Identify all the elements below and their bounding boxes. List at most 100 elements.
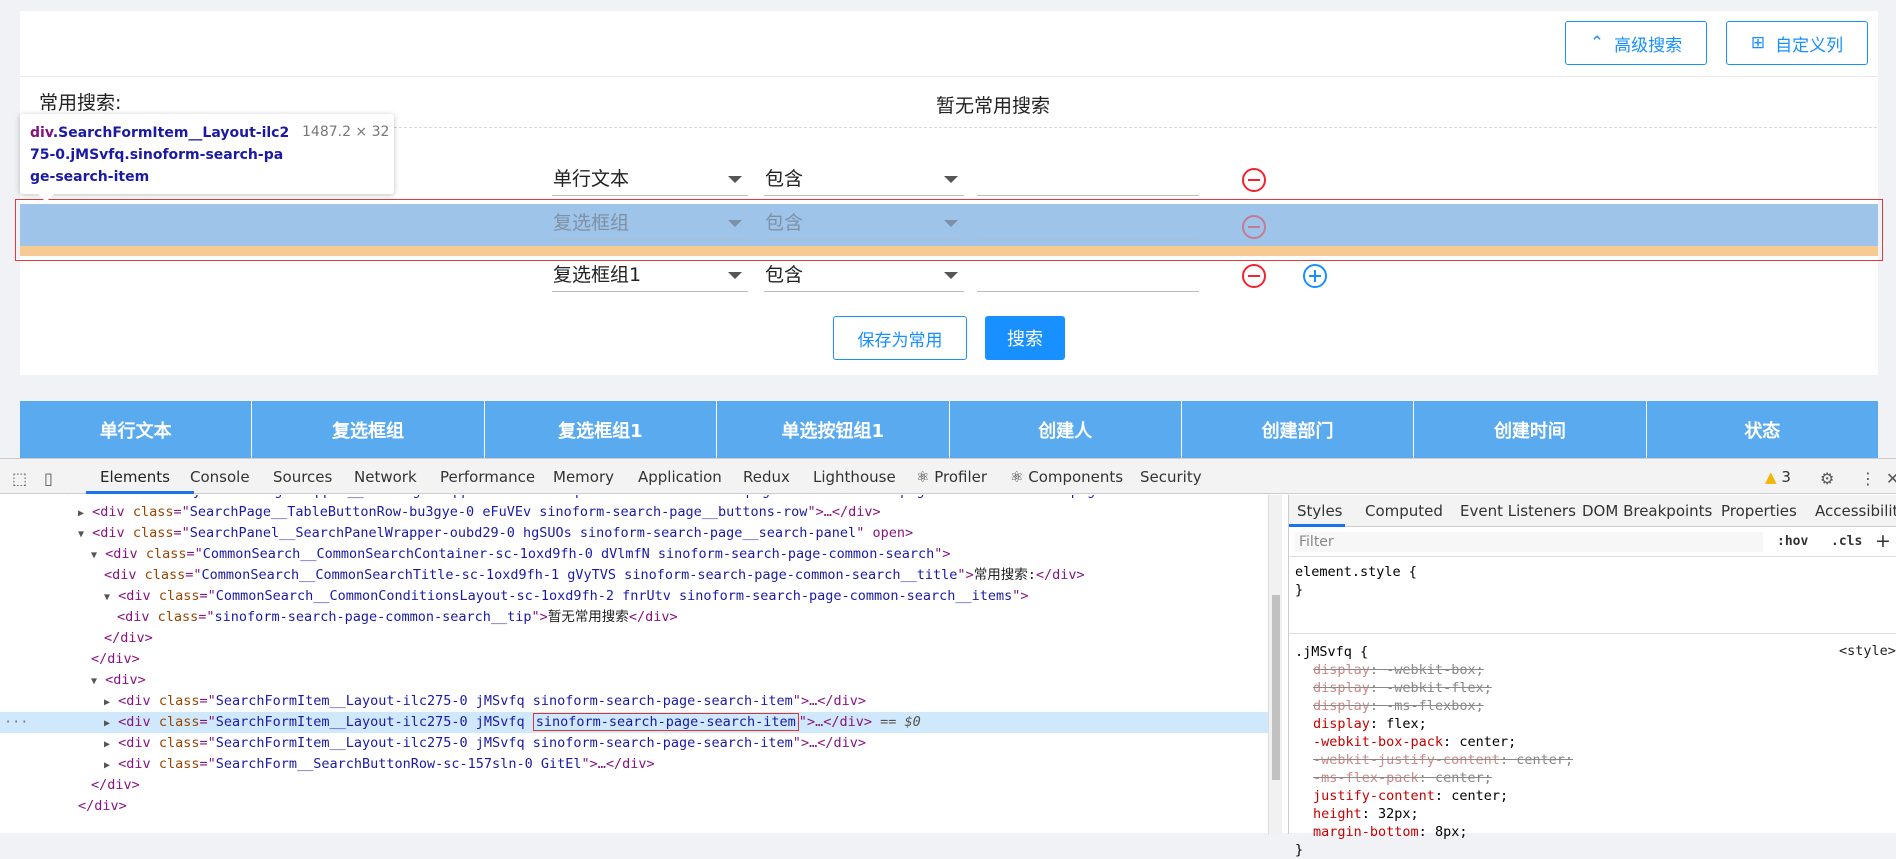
caret-down-icon <box>944 220 958 227</box>
tab-sources[interactable]: Sources <box>273 468 332 486</box>
column-header[interactable]: 创建时间 <box>1414 401 1647 458</box>
dom-node-line[interactable]: ▼ <div class="CommonSearch__CommonCondit… <box>0 586 1268 607</box>
tab-properties[interactable]: Properties <box>1721 502 1797 520</box>
tab-dom-breakpoints[interactable]: DOM Breakpoints <box>1582 502 1712 520</box>
operator-select[interactable]: 包含 <box>764 256 964 292</box>
kebab-menu-icon[interactable]: ⋮ <box>1860 469 1876 488</box>
css-property-name: display <box>1313 680 1370 696</box>
css-property-value: center; <box>1434 770 1492 786</box>
tab-network[interactable]: Network <box>354 468 417 486</box>
operator-select[interactable]: 包含 <box>764 160 964 196</box>
tab-application[interactable]: Application <box>638 468 722 486</box>
common-search-tip: 暂无常用搜索 <box>936 95 1051 117</box>
field-select[interactable]: 单行文本 <box>552 160 748 196</box>
inspect-element-icon[interactable]: ⬚ <box>12 469 27 488</box>
tab-performance[interactable]: Performance <box>440 468 535 486</box>
scrollbar-thumb[interactable] <box>1272 595 1280 780</box>
tab-memory[interactable]: Memory <box>553 468 614 486</box>
column-header[interactable]: 单行文本 <box>20 401 253 458</box>
dom-node-line[interactable]: ▶ <div class="SearchForm__SearchButtonRo… <box>0 754 1268 775</box>
tab-components[interactable]: ⚛ Components <box>1010 468 1123 486</box>
value-input[interactable] <box>977 204 1199 240</box>
attribute-value-highlight: sinoform-search-page-search-item <box>532 713 799 731</box>
dom-node-line[interactable]: </div> <box>0 796 1268 817</box>
css-property[interactable]: justify-content: center; <box>1295 787 1573 805</box>
warning-icon: ▲ <box>1765 468 1777 486</box>
add-circle-icon[interactable] <box>1303 264 1327 288</box>
column-header[interactable]: 创建部门 <box>1182 401 1415 458</box>
elements-tree[interactable]: ▼ <div class="StyledListPageWrapper__Lis… <box>0 495 1268 834</box>
tab-styles[interactable]: Styles <box>1297 502 1343 520</box>
dom-node-line[interactable]: ▼ <div class="StyledListPageWrapper__Lis… <box>0 495 1268 502</box>
tab-security[interactable]: Security <box>1140 468 1202 486</box>
search-button[interactable]: 搜索 <box>985 316 1065 360</box>
css-property[interactable]: display: -ms-flexbox; <box>1295 697 1573 715</box>
cls-toggle[interactable]: .cls <box>1831 534 1862 549</box>
css-property[interactable]: margin-bottom: 8px; <box>1295 823 1573 841</box>
column-header[interactable]: 创建人 <box>950 401 1182 458</box>
node-actions-icon[interactable]: ··· <box>4 712 28 733</box>
dom-node-line[interactable]: <div class="sinoform-search-page-common-… <box>0 607 1268 628</box>
rule-source-link[interactable]: <style> <box>1839 643 1896 659</box>
dom-node-line[interactable]: ▶ <div class="SearchFormItem__Layout-ilc… <box>0 733 1268 754</box>
tab-lighthouse[interactable]: Lighthouse <box>813 468 896 486</box>
css-property[interactable]: -webkit-justify-content: center; <box>1295 751 1573 769</box>
css-property[interactable]: display: -webkit-flex; <box>1295 679 1573 697</box>
css-property[interactable]: display: flex; <box>1295 715 1573 733</box>
dom-node-line[interactable]: ▶ <div class="SearchPage__TableButtonRow… <box>0 502 1268 523</box>
tab-computed[interactable]: Computed <box>1365 502 1443 520</box>
css-property-value: -ms-flexbox; <box>1386 698 1484 714</box>
column-header[interactable]: 状态 <box>1647 401 1878 458</box>
css-property[interactable]: height: 32px; <box>1295 805 1573 823</box>
device-toolbar-icon[interactable]: ▯ <box>44 469 53 488</box>
hov-toggle[interactable]: :hov <box>1777 534 1808 549</box>
tab-elements[interactable]: Elements <box>100 468 170 486</box>
dom-node-line[interactable]: ▼ <div class="SearchPanel__SearchPanelWr… <box>0 523 1268 544</box>
tag-close: </div> <box>1035 567 1085 583</box>
tag-open: <div <box>105 546 146 562</box>
custom-columns-button[interactable]: ⊞ 自定义列 <box>1726 21 1868 65</box>
field-select[interactable]: 复选框组1 <box>552 256 748 292</box>
css-property[interactable]: -webkit-box-pack: center; <box>1295 733 1573 751</box>
advanced-search-button[interactable]: ⌃ 高级搜索 <box>1565 21 1707 65</box>
column-header[interactable]: 单选按钮组1 <box>717 401 950 458</box>
css-property[interactable]: display: -webkit-box; <box>1295 661 1573 679</box>
tab-profiler[interactable]: ⚛ Profiler <box>916 468 987 486</box>
tag-open: <div <box>79 495 120 499</box>
tab-redux[interactable]: Redux <box>743 468 790 486</box>
css-property[interactable]: -ms-flex-pack: center; <box>1295 769 1573 787</box>
remove-circle-icon[interactable] <box>1242 264 1266 288</box>
elements-scrollbar[interactable] <box>1268 495 1282 834</box>
column-header[interactable]: 复选框组1 <box>485 401 718 458</box>
save-common-button[interactable]: 保存为常用 <box>833 316 967 360</box>
value-input[interactable] <box>977 256 1199 292</box>
value-input[interactable] <box>977 160 1199 196</box>
expand-toggle-icon: ▶ <box>104 739 111 750</box>
styles-filter-input[interactable]: Filter <box>1295 532 1763 552</box>
tag-open: <div <box>118 693 159 709</box>
dom-node-line[interactable]: </div> <box>0 775 1268 796</box>
gear-icon[interactable]: ⚙ <box>1820 469 1834 488</box>
tag-open: <div <box>118 756 159 772</box>
remove-circle-icon[interactable] <box>1242 215 1266 239</box>
tab-accessibility[interactable]: Accessibility <box>1815 502 1896 520</box>
expand-toggle-icon: ▶ <box>104 760 111 771</box>
tag-open: <div <box>117 609 158 625</box>
dom-node-line[interactable]: </div> <box>0 628 1268 649</box>
dom-node-line[interactable]: </div> <box>0 649 1268 670</box>
dom-node-line[interactable]: ··· ▶ <div class="SearchFormItem__Layout-… <box>0 712 1268 733</box>
dom-node-line[interactable]: ▶ <div class="SearchFormItem__Layout-ilc… <box>0 691 1268 712</box>
dom-node-line[interactable]: ▼ <div> <box>0 670 1268 691</box>
remove-circle-icon[interactable] <box>1242 168 1266 192</box>
new-rule-icon[interactable]: + <box>1875 530 1891 552</box>
operator-select[interactable]: 包含 <box>764 204 964 240</box>
warnings-badge[interactable]: ▲ 3 <box>1765 468 1791 486</box>
field-select[interactable]: 复选框组 <box>552 204 748 240</box>
tab-console[interactable]: Console <box>190 468 250 486</box>
dom-node-line[interactable]: ▼ <div class="CommonSearch__CommonSearch… <box>0 544 1268 565</box>
column-header[interactable]: 复选框组 <box>252 401 485 458</box>
tag-rest: > <box>539 609 548 625</box>
close-icon[interactable]: ✕ <box>1886 469 1896 488</box>
dom-node-line[interactable]: <div class="CommonSearch__CommonSearchTi… <box>0 565 1268 586</box>
tab-event-listeners[interactable]: Event Listeners <box>1460 502 1576 520</box>
